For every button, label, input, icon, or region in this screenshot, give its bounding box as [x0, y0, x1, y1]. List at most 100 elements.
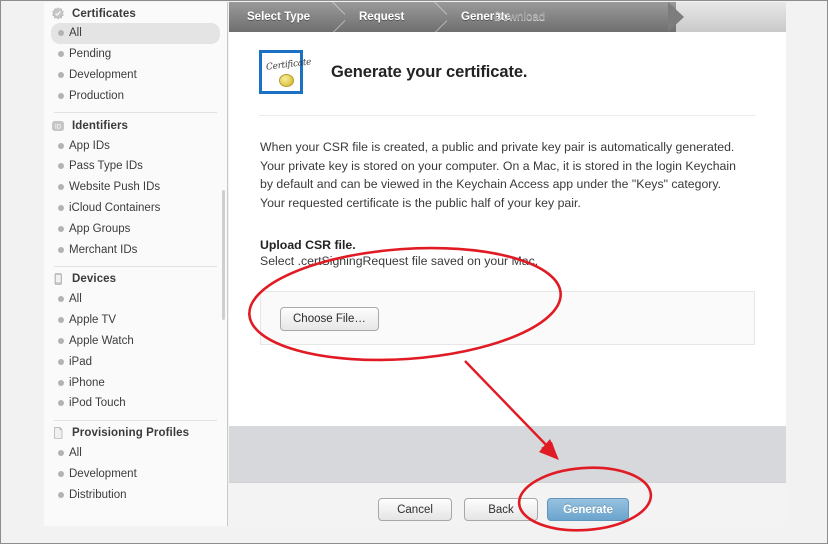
certificate-seal-icon	[279, 74, 294, 87]
sidebar-item-certificates-production[interactable]: Production	[51, 85, 220, 106]
svg-text:ID: ID	[55, 124, 62, 130]
sidebar-item-apple-watch[interactable]: Apple Watch	[51, 331, 220, 352]
breadcrumb-separator	[329, 2, 345, 32]
sidebar-divider	[54, 419, 217, 421]
generate-button[interactable]: Generate	[547, 498, 629, 521]
bullet-icon	[58, 225, 64, 232]
bullet-icon	[58, 51, 64, 58]
sidebar-item-label: App IDs	[69, 139, 110, 152]
bullet-icon	[58, 317, 64, 324]
sidebar-section-header-devices: Devices	[44, 270, 227, 289]
sidebar-item-profiles-all[interactable]: All	[51, 443, 220, 464]
sidebar-section-label: Identifiers	[72, 119, 129, 132]
sidebar-item-label: All	[69, 447, 82, 460]
sidebar-item-label: Development	[69, 68, 137, 81]
sidebar-item-label: Production	[69, 89, 124, 102]
sidebar-item-label: iPod Touch	[69, 397, 126, 410]
sidebar-item-label: Pending	[69, 48, 112, 61]
bullet-icon	[58, 92, 64, 99]
upload-section-subtext: Select .certSigningRequest file saved on…	[260, 254, 539, 268]
choose-file-button[interactable]: Choose File…	[280, 307, 379, 331]
sidebar-section-provisioning-profiles: Provisioning Profiles All Development Di…	[44, 424, 227, 505]
card-header: Certificate Generate your certificate.	[229, 32, 786, 94]
sidebar-item-label: Merchant IDs	[69, 243, 138, 256]
id-badge-icon: ID	[51, 119, 65, 133]
sidebar-item-label: App Groups	[69, 222, 131, 235]
certificate-seal-icon	[51, 6, 65, 21]
sidebar-item-label: Distribution	[69, 488, 127, 501]
sidebar-item-app-groups[interactable]: App Groups	[51, 218, 220, 239]
certificate-icon-word: Certificate	[265, 57, 312, 73]
sidebar-item-label: Apple Watch	[69, 334, 134, 347]
sidebar-section-label: Certificates	[72, 7, 136, 20]
sidebar-divider	[54, 112, 217, 114]
bullet-icon	[58, 491, 64, 498]
bullet-icon	[58, 71, 64, 78]
sidebar-item-certificates-development[interactable]: Development	[51, 65, 220, 86]
sidebar-item-iphone[interactable]: iPhone	[51, 372, 220, 393]
sidebar-item-merchant-ids[interactable]: Merchant IDs	[51, 239, 220, 260]
sidebar-section-devices: Devices All Apple TV Apple Watch iPad iP…	[44, 270, 227, 414]
sidebar-item-ipad[interactable]: iPad	[51, 351, 220, 372]
sidebar-item-pass-type-ids[interactable]: Pass Type IDs	[51, 156, 220, 177]
csr-file-drop-zone[interactable]: Choose File…	[260, 291, 755, 345]
bullet-icon	[58, 163, 64, 170]
sidebar-item-label: All	[69, 27, 82, 40]
sidebar-item-label: Apple TV	[69, 314, 117, 327]
sidebar-divider	[54, 265, 217, 267]
bullet-icon	[58, 337, 64, 344]
content-gray-band	[229, 426, 786, 482]
sidebar-item-label: All	[69, 293, 82, 306]
bullet-icon	[58, 30, 64, 37]
sidebar-item-label: Development	[69, 467, 137, 480]
sidebar-item-label: Website Push IDs	[69, 181, 161, 194]
content-panel: Select Type Request Generate Download Ce…	[229, 2, 786, 526]
bullet-icon	[58, 142, 64, 149]
sidebar-item-icloud-containers[interactable]: iCloud Containers	[51, 198, 220, 219]
bullet-icon	[58, 358, 64, 365]
breadcrumb-separator	[431, 2, 447, 32]
sidebar-item-label: iPad	[69, 355, 93, 368]
sidebar-section-header-provisioning-profiles: Provisioning Profiles	[44, 424, 227, 443]
certificate-icon: Certificate	[259, 50, 312, 94]
sidebar-item-label: iCloud Containers	[69, 201, 161, 214]
breadcrumb-step-select-type[interactable]: Select Type	[247, 2, 310, 32]
generate-certificate-card: Certificate Generate your certificate. W…	[229, 32, 786, 426]
upload-section-heading: Upload CSR file.	[260, 238, 356, 252]
sidebar-item-ipod-touch[interactable]: iPod Touch	[51, 393, 220, 414]
sidebar-item-profiles-distribution[interactable]: Distribution	[51, 484, 220, 505]
bullet-icon	[58, 204, 64, 211]
bullet-icon	[58, 296, 64, 303]
back-button[interactable]: Back	[464, 498, 538, 521]
breadcrumb-step-request[interactable]: Request	[359, 2, 404, 32]
breadcrumb-arrow-tip	[668, 2, 684, 32]
sidebar-item-website-push-ids[interactable]: Website Push IDs	[51, 177, 220, 198]
device-phone-icon	[51, 272, 65, 286]
sidebar-item-devices-all[interactable]: All	[51, 289, 220, 310]
application-window: Certificates All Pending Development Pro…	[0, 0, 828, 544]
sidebar-section-identifiers: ID Identifiers App IDs Pass Type IDs Web…	[44, 116, 227, 260]
description-text: When your CSR file is created, a public …	[260, 140, 736, 210]
bullet-icon	[58, 246, 64, 253]
sidebar-scrollbar[interactable]	[222, 190, 225, 320]
sidebar-item-label: iPhone	[69, 376, 105, 389]
sidebar-item-app-ids[interactable]: App IDs	[51, 135, 220, 156]
page-title: Generate your certificate.	[331, 62, 528, 81]
document-icon	[51, 426, 65, 440]
breadcrumb-step-download[interactable]: Download	[494, 2, 545, 32]
sidebar-item-profiles-development[interactable]: Development	[51, 464, 220, 485]
bullet-icon	[58, 400, 64, 407]
sidebar-section-label: Provisioning Profiles	[72, 427, 190, 440]
cancel-button[interactable]: Cancel	[378, 498, 452, 521]
sidebar-section-header-identifiers: ID Identifiers	[44, 116, 227, 135]
sidebar-section-label: Devices	[72, 273, 117, 286]
sidebar-section-header-certificates: Certificates	[44, 4, 227, 23]
sidebar[interactable]: Certificates All Pending Development Pro…	[44, 2, 228, 526]
sidebar-item-certificates-pending[interactable]: Pending	[51, 44, 220, 65]
sidebar-section-certificates: Certificates All Pending Development Pro…	[44, 4, 227, 106]
footer-action-bar: Cancel Back Generate	[229, 482, 786, 526]
sidebar-item-apple-tv[interactable]: Apple TV	[51, 310, 220, 331]
bullet-icon	[58, 184, 64, 191]
bullet-icon	[58, 379, 64, 386]
sidebar-item-certificates-all[interactable]: All	[51, 23, 220, 44]
